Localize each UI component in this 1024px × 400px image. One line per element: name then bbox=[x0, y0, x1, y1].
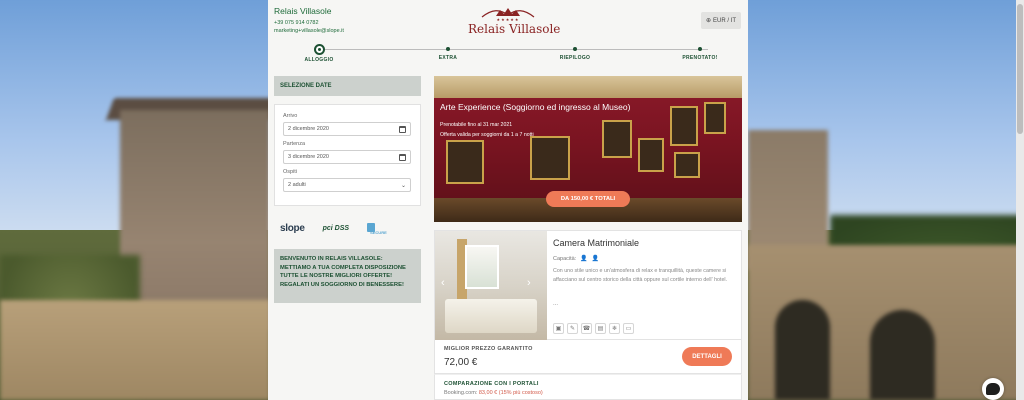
person-icon: 👤 bbox=[591, 256, 600, 262]
slope-logo: slope bbox=[280, 222, 305, 234]
scrollbar-thumb[interactable] bbox=[1017, 4, 1023, 134]
arrival-date-value: 2 dicembre 2020 bbox=[288, 126, 329, 132]
painting bbox=[602, 120, 632, 158]
date-selection-header: SELEZIONE DATE bbox=[274, 76, 421, 96]
booking-progress: ALLOGGIO EXTRA RIEPILOGO PRENOTATO! bbox=[268, 44, 748, 66]
chevron-right-icon[interactable]: › bbox=[527, 277, 531, 289]
painting bbox=[704, 102, 726, 134]
room-card: ‹ › Camera Matrimoniale Capacità: 👤 👤 Co… bbox=[434, 230, 742, 341]
step-extra: EXTRA bbox=[413, 44, 483, 61]
room-capacity: Capacità: 👤 👤 bbox=[553, 255, 600, 263]
guests-label: Ospiti bbox=[283, 169, 298, 175]
comparison-title: COMPARAZIONE CON I PORTALI bbox=[444, 381, 539, 387]
currency-language-label: EUR / IT bbox=[713, 17, 737, 24]
calendar-icon bbox=[399, 153, 406, 161]
painting bbox=[638, 138, 664, 172]
comparison-price: 83,00 € (15% più costoso) bbox=[478, 390, 543, 396]
departure-label: Partenza bbox=[283, 141, 306, 147]
comparison-booking: Booking.com: 83,00 € (15% più costoso) bbox=[444, 390, 543, 396]
hotel-phone[interactable]: +39 075 914 0782 bbox=[274, 20, 344, 26]
step-label: EXTRA bbox=[438, 55, 458, 61]
step-prenotato: PRENOTATO! bbox=[665, 44, 735, 61]
background-house-left bbox=[120, 110, 270, 330]
offer-bookable-until: Prenotabile fino al 31 mar 2021 bbox=[440, 122, 513, 128]
person-icon: 👤 bbox=[580, 256, 588, 262]
date-selection-panel: Arrivo 2 dicembre 2020 Partenza 3 dicemb… bbox=[274, 104, 421, 206]
safe-icon: ▣ bbox=[553, 323, 564, 334]
step-alloggio: ALLOGGIO bbox=[284, 44, 354, 63]
currency-language-selector[interactable]: ⊕ EUR / IT bbox=[701, 12, 741, 29]
guests-value: 2 adulti bbox=[288, 182, 306, 188]
departure-date-value: 3 dicembre 2020 bbox=[288, 154, 329, 160]
tv-icon: ▭ bbox=[623, 323, 634, 334]
progress-line bbox=[318, 49, 708, 50]
room-amenities: ▣ ✎ ☎ ▤ ❄ ▭ bbox=[553, 323, 634, 334]
best-price-label: MIGLIOR PREZZO GARANTITO bbox=[444, 346, 533, 352]
room-description: Con uno stile unico e un'atmosfera di re… bbox=[553, 268, 728, 283]
payment-badges: slope pci DSS SECURE bbox=[280, 220, 420, 236]
hero-ceiling bbox=[434, 76, 742, 98]
step-label: RIEPILOGO bbox=[559, 55, 591, 61]
messenger-chat-button[interactable] bbox=[982, 378, 1004, 400]
comparison-portal: Booking.com: bbox=[444, 390, 478, 396]
step-dot bbox=[573, 47, 577, 51]
chat-bubble-icon bbox=[986, 383, 1000, 395]
room-description-more[interactable]: ... bbox=[553, 301, 558, 307]
guests-select[interactable]: 2 adulti ⌄ bbox=[283, 178, 411, 192]
step-dot bbox=[313, 44, 325, 55]
details-button[interactable]: DETTAGLI bbox=[682, 347, 732, 366]
phone-icon: ☎ bbox=[581, 323, 592, 334]
offer-banner[interactable]: Arte Experience (Soggiorno ed ingresso a… bbox=[434, 76, 742, 222]
painting bbox=[670, 106, 698, 146]
painting bbox=[674, 152, 700, 178]
background-wall-left bbox=[0, 300, 270, 400]
step-label: PRENOTATO! bbox=[682, 55, 718, 61]
room-price: 72,00 € bbox=[444, 357, 478, 368]
arrival-label: Arrivo bbox=[283, 113, 298, 119]
air-conditioning-icon: ❄ bbox=[609, 323, 620, 334]
offer-details: Prenotabile fino al 31 mar 2021 Offerta … bbox=[440, 120, 534, 140]
portal-comparison: COMPARAZIONE CON I PORTALI Booking.com: … bbox=[434, 374, 742, 400]
welcome-message: Benvenuto in Relais Villasole: mettiamo … bbox=[274, 249, 421, 303]
chevron-left-icon[interactable]: ‹ bbox=[441, 277, 445, 289]
hotel-logo[interactable]: ★★★★★ Relais Villasole bbox=[468, 7, 561, 36]
step-dot bbox=[446, 47, 450, 51]
step-dot bbox=[698, 47, 702, 51]
painting bbox=[530, 136, 570, 180]
pci-dss-logo: pci DSS bbox=[322, 224, 350, 232]
background-arch bbox=[775, 300, 830, 400]
offer-price-button[interactable]: DA 150,00 € TOTALI bbox=[546, 191, 630, 207]
offer-title: Arte Experience (Soggiorno ed ingresso a… bbox=[440, 102, 631, 112]
offer-validity: Offerta valida per soggiorni da 1 a 7 no… bbox=[440, 132, 534, 138]
secure-label: SECURE bbox=[370, 230, 387, 235]
arrival-date-field[interactable]: 2 dicembre 2020 bbox=[283, 122, 411, 136]
minibar-icon: ▤ bbox=[595, 323, 606, 334]
painting bbox=[446, 140, 484, 184]
room-title: Camera Matrimoniale bbox=[553, 238, 640, 248]
room-photo[interactable]: ‹ › bbox=[435, 231, 547, 341]
globe-icon: ⊕ bbox=[705, 18, 711, 24]
calendar-icon bbox=[399, 125, 406, 133]
room-bed bbox=[445, 299, 537, 333]
logo-wordmark: Relais Villasole bbox=[468, 22, 561, 36]
departure-date-field[interactable]: 3 dicembre 2020 bbox=[283, 150, 411, 164]
booking-page: Relais Villasole +39 075 914 0782 market… bbox=[268, 0, 748, 400]
room-window bbox=[465, 245, 499, 289]
room-price-bar: MIGLIOR PREZZO GARANTITO 72,00 € DETTAGL… bbox=[434, 340, 742, 374]
hotel-email[interactable]: marketing+villasole@slope.it bbox=[274, 28, 344, 34]
step-riepilogo: RIEPILOGO bbox=[540, 44, 610, 61]
hotel-contact: Relais Villasole +39 075 914 0782 market… bbox=[274, 6, 344, 34]
hairdryer-icon: ✎ bbox=[567, 323, 578, 334]
background-arch bbox=[870, 310, 935, 400]
hotel-name: Relais Villasole bbox=[274, 6, 332, 16]
page-scrollbar[interactable] bbox=[1016, 0, 1024, 400]
secure-badge: SECURE bbox=[367, 221, 401, 235]
chevron-down-icon: ⌄ bbox=[400, 182, 406, 189]
step-label: ALLOGGIO bbox=[304, 57, 334, 63]
capacity-label: Capacità: bbox=[553, 255, 577, 262]
